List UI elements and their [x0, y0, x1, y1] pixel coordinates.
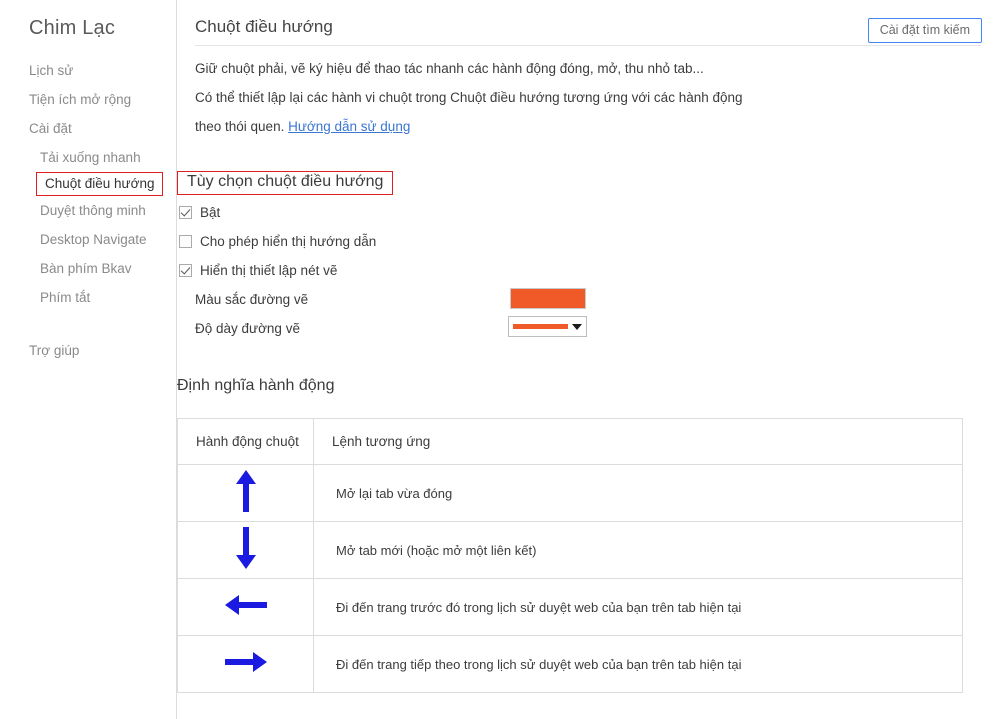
stroke-width-label: Độ dày đường vẽ — [195, 321, 300, 336]
table-row[interactable]: Mở tab mới (hoặc mở một liên kết) — [177, 521, 963, 579]
sidebar-item-smart-browse[interactable]: Duyệt thông minh — [0, 196, 176, 225]
sidebar-item-shortcuts[interactable]: Phím tắt — [0, 283, 176, 312]
arrow-down-icon — [234, 525, 258, 571]
stroke-color-label: Màu sắc đường vẽ — [195, 292, 309, 307]
command-cell: Đi đến trang trước đó trong lịch sử duyệ… — [313, 578, 963, 636]
option-enable-label: Bật — [200, 205, 221, 220]
stroke-color-swatch[interactable] — [510, 288, 586, 309]
user-guide-link[interactable]: Hướng dẫn sử dụng — [288, 119, 410, 134]
brand-title: Chim Lạc — [29, 17, 116, 39]
option-show-stroke-settings[interactable]: Hiển thị thiết lập nét vẽ — [179, 263, 337, 278]
column-header-gesture: Hành động chuột — [177, 418, 314, 465]
sidebar-item-quick-download[interactable]: Tải xuống nhanh — [0, 143, 176, 172]
description-line-1: Giữ chuột phải, vẽ ký hiệu để thao tác n… — [195, 61, 704, 76]
show-stroke-settings-checkbox[interactable] — [179, 264, 192, 277]
page-title: Chuột điều hướng — [195, 17, 333, 36]
gesture-cell — [177, 521, 314, 579]
command-cell: Mở tab mới (hoặc mở một liên kết) — [313, 521, 963, 579]
column-header-command: Lệnh tương ứng — [313, 418, 963, 465]
title-divider — [195, 45, 981, 46]
actions-section-title: Định nghĩa hành động — [177, 377, 335, 394]
option-show-guide-label: Cho phép hiển thị hướng dẫn — [200, 234, 377, 249]
command-cell: Mở lại tab vừa đóng — [313, 464, 963, 522]
search-settings-button[interactable]: Cài đặt tìm kiếm — [867, 18, 982, 43]
option-show-stroke-settings-label: Hiển thị thiết lập nét vẽ — [200, 263, 338, 278]
sidebar-item-mouse-navigation[interactable]: Chuột điều hướng — [36, 172, 164, 196]
content-area: Chuột điều hướng Cài đặt tìm kiếm Giữ ch… — [176, 0, 995, 719]
description-line-2: Có thể thiết lập lại các hành vi chuột t… — [195, 90, 743, 105]
sidebar-item-help[interactable]: Trợ giúp — [0, 336, 176, 365]
sidebar-item-history[interactable]: Lịch sử — [0, 56, 176, 85]
command-cell: Đi đến trang tiếp theo trong lịch sử duy… — [313, 635, 963, 693]
table-header-row: Hành động chuột Lệnh tương ứng — [177, 418, 963, 465]
arrow-left-icon — [223, 593, 269, 617]
arrow-up-icon — [234, 468, 258, 514]
stroke-width-select[interactable] — [508, 316, 587, 337]
sidebar-item-settings[interactable]: Cài đặt — [0, 114, 176, 143]
sidebar-nav: Lịch sử Tiện ích mở rộng Cài đặt Tải xuố… — [0, 56, 176, 365]
gesture-cell — [177, 635, 314, 693]
show-guide-checkbox[interactable] — [179, 235, 192, 248]
sidebar-item-desktop-navigate[interactable]: Desktop Navigate — [0, 225, 176, 254]
gesture-cell — [177, 578, 314, 636]
actions-table: Hành động chuột Lệnh tương ứng Mở lại ta… — [177, 418, 963, 693]
table-row[interactable]: Đi đến trang tiếp theo trong lịch sử duy… — [177, 635, 963, 693]
sidebar-item-extensions[interactable]: Tiện ích mở rộng — [0, 85, 176, 114]
table-row[interactable]: Mở lại tab vừa đóng — [177, 464, 963, 522]
description-line-3: theo thói quen. Hướng dẫn sử dụng — [195, 119, 410, 134]
settings-page: Chim Lạc Lịch sử Tiện ích mở rộng Cài đặ… — [0, 0, 995, 719]
stroke-width-preview — [513, 324, 568, 329]
option-show-guide[interactable]: Cho phép hiển thị hướng dẫn — [179, 234, 376, 249]
sidebar: Chim Lạc Lịch sử Tiện ích mở rộng Cài đặ… — [0, 0, 176, 719]
table-row[interactable]: Đi đến trang trước đó trong lịch sử duyệ… — [177, 578, 963, 636]
enable-checkbox[interactable] — [179, 206, 192, 219]
chevron-down-icon — [572, 323, 582, 330]
gesture-cell — [177, 464, 314, 522]
arrow-right-icon — [223, 650, 269, 674]
options-section-title: Tùy chọn chuột điều hướng — [177, 171, 394, 195]
option-enable[interactable]: Bật — [179, 205, 220, 220]
sidebar-divider-gap — [0, 312, 176, 336]
sidebar-item-bkav-keyboard[interactable]: Bàn phím Bkav — [0, 254, 176, 283]
description-line-3-prefix: theo thói quen. — [195, 119, 289, 134]
